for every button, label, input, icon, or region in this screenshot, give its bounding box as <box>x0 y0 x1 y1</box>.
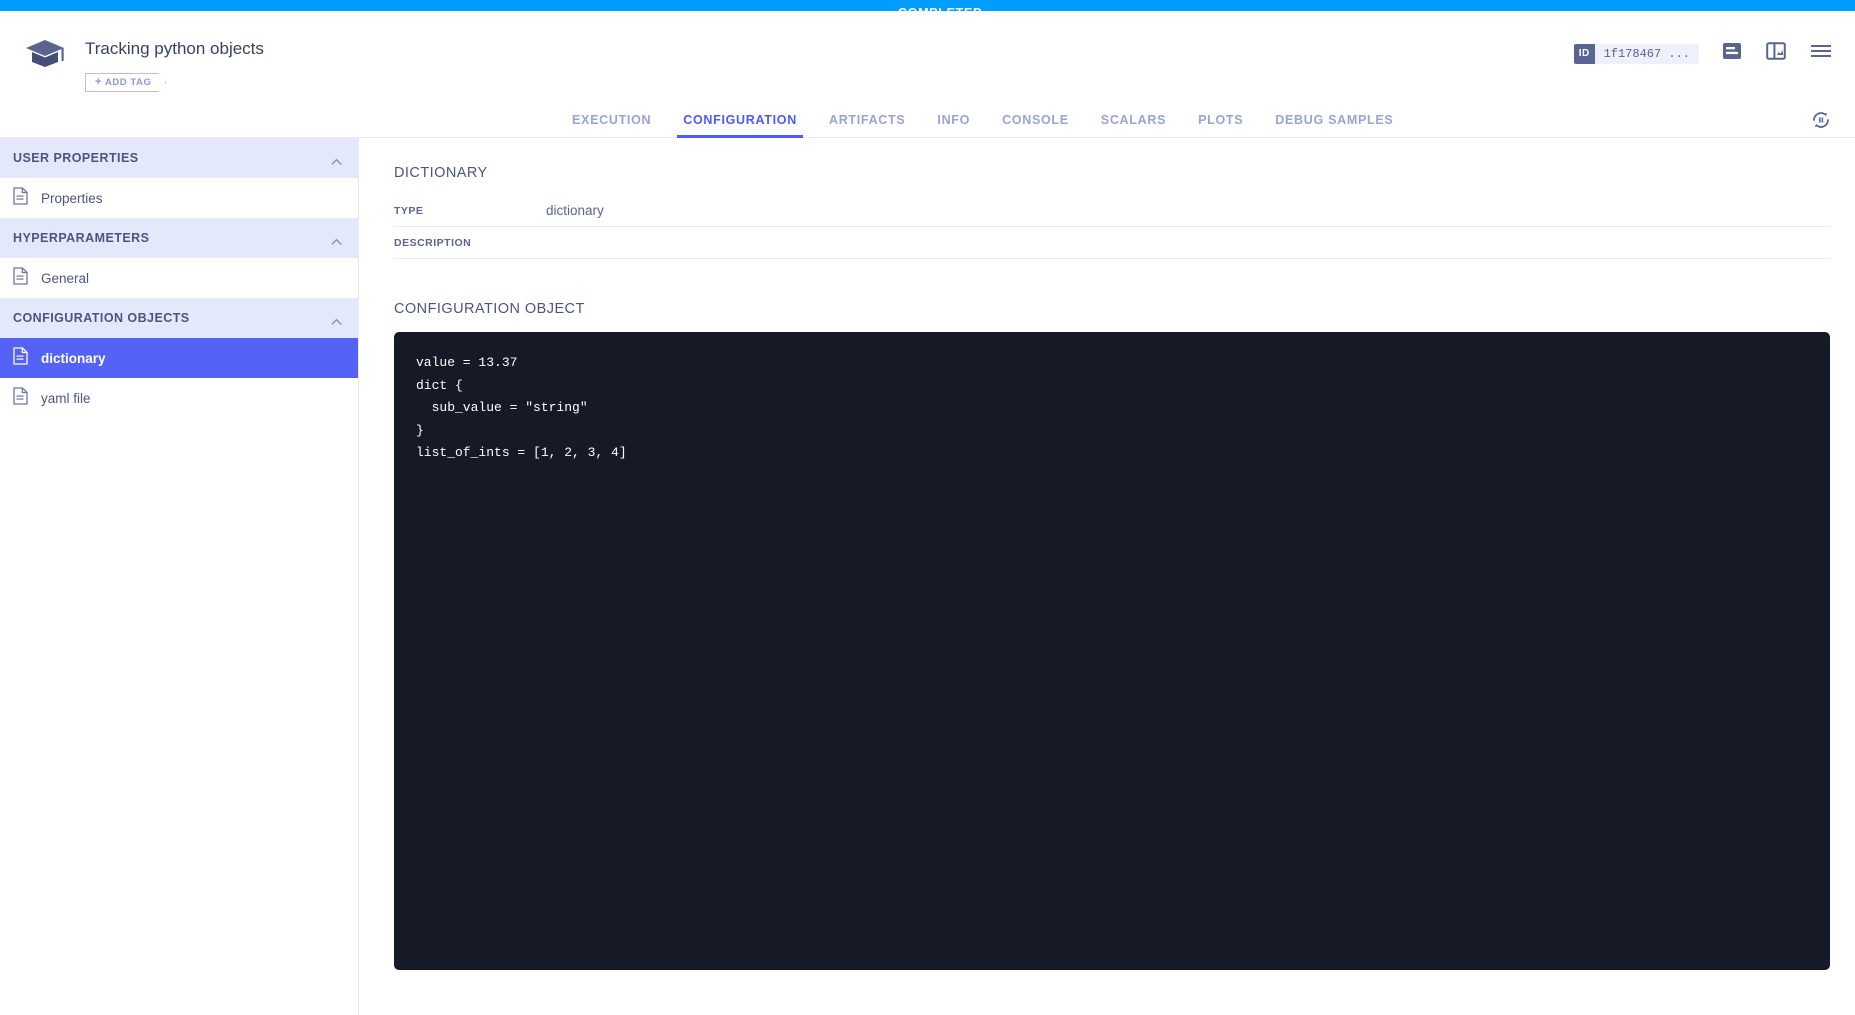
chevron-up-icon <box>331 315 342 326</box>
sidebar-item-yaml-file[interactable]: yaml file <box>0 378 358 418</box>
sidebar-section-label: HYPERPARAMETERS <box>13 231 150 245</box>
tab-list: EXECUTION CONFIGURATION ARTIFACTS INFO C… <box>556 100 1409 138</box>
file-icon <box>13 346 28 370</box>
tab-console[interactable]: CONSOLE <box>986 100 1085 138</box>
hamburger-menu-icon[interactable] <box>1809 40 1833 67</box>
description-row: DESCRIPTION <box>394 227 1830 259</box>
sidebar-item-label: dictionary <box>41 350 106 366</box>
sidebar-section-hyperparameters[interactable]: HYPERPARAMETERS <box>0 218 358 258</box>
type-row: TYPE dictionary <box>394 195 1830 227</box>
tab-bar: EXECUTION CONFIGURATION ARTIFACTS INFO C… <box>0 100 1855 138</box>
tab-configuration[interactable]: CONFIGURATION <box>667 100 813 138</box>
configuration-detail-panel: DICTIONARY TYPE dictionary DESCRIPTION C… <box>360 138 1855 1015</box>
tab-plots[interactable]: PLOTS <box>1182 100 1259 138</box>
sidebar-item-label: General <box>41 270 90 286</box>
tab-debug-samples[interactable]: DEBUG SAMPLES <box>1259 100 1409 138</box>
type-value: dictionary <box>546 203 604 218</box>
file-icon <box>13 386 28 410</box>
sidebar-section-configuration-objects[interactable]: CONFIGURATION OBJECTS <box>0 298 358 338</box>
graduation-cap-icon <box>24 36 66 72</box>
experiment-id-chip[interactable]: ID 1f178467 ... <box>1573 43 1699 64</box>
id-label: ID <box>1573 43 1595 64</box>
sidebar-section-user-properties[interactable]: USER PROPERTIES <box>0 138 358 178</box>
id-value: 1f178467 ... <box>1603 46 1690 61</box>
tab-info[interactable]: INFO <box>921 100 986 138</box>
sidebar-item-label: Properties <box>41 190 103 206</box>
tab-execution[interactable]: EXECUTION <box>556 100 667 138</box>
split-view-icon[interactable] <box>1765 40 1787 67</box>
plus-icon: + <box>95 76 102 88</box>
auto-refresh-pause-icon[interactable] <box>1809 108 1833 132</box>
type-label: TYPE <box>394 204 424 217</box>
config-object-label: CONFIGURATION OBJECT <box>394 301 585 317</box>
app-header: Tracking python objects + ADD TAG ID 1f17… <box>0 11 1855 100</box>
config-object-code[interactable]: value = 13.37 dict { sub_value = "string… <box>394 332 1830 970</box>
tab-scalars[interactable]: SCALARS <box>1085 100 1182 138</box>
sidebar-section-label: USER PROPERTIES <box>13 151 139 165</box>
header-actions: ID 1f178467 ... <box>1573 40 1833 67</box>
details-view-icon[interactable] <box>1721 40 1743 67</box>
configuration-sidebar: USER PROPERTIES Properties HYPERPARAMETE… <box>0 138 359 1015</box>
tab-artifacts[interactable]: ARTIFACTS <box>813 100 921 138</box>
description-label: DESCRIPTION <box>394 236 472 249</box>
sidebar-item-general[interactable]: General <box>0 258 358 298</box>
sidebar-item-properties[interactable]: Properties <box>0 178 358 218</box>
page-title: Tracking python objects <box>85 39 264 58</box>
chevron-up-icon <box>331 235 342 246</box>
file-icon <box>13 266 28 290</box>
sidebar-item-label: yaml file <box>41 390 91 406</box>
chevron-up-icon <box>331 155 342 166</box>
add-tag-label: ADD TAG <box>104 77 152 88</box>
sidebar-item-dictionary[interactable]: dictionary <box>0 338 358 378</box>
sidebar-section-label: CONFIGURATION OBJECTS <box>13 311 190 325</box>
add-tag-button[interactable]: + ADD TAG <box>85 73 166 92</box>
object-title: DICTIONARY <box>394 165 488 181</box>
file-icon <box>13 186 28 210</box>
